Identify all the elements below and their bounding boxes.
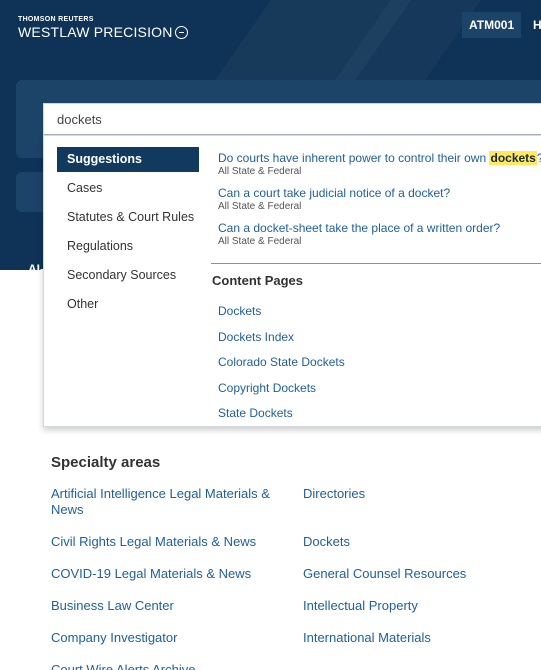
tab-ai[interactable]: AI-	[28, 262, 44, 276]
suggestion-jurisdiction: All State & Federal	[218, 166, 302, 177]
suggestion-item: Can a court take judicial notice of a do…	[218, 186, 541, 213]
search-term-highlight: dockets	[489, 151, 537, 165]
client-id-button[interactable]: ATM001	[462, 12, 522, 38]
content-pages-heading: Content Pages	[212, 273, 304, 288]
specialty-link[interactable]: Civil Rights Legal Materials & News	[51, 534, 291, 550]
specialty-link[interactable]: Directories	[303, 486, 533, 502]
specialty-link[interactable]: Dockets	[303, 534, 533, 550]
category-regulations[interactable]: Regulations	[57, 234, 199, 263]
suggestion-list: Do courts have inherent power to control…	[218, 151, 541, 256]
content-page-link[interactable]: Dockets Index	[218, 326, 345, 352]
specialty-link[interactable]: General Counsel Resources	[303, 566, 533, 582]
search-input[interactable]	[43, 103, 541, 135]
category-other[interactable]: Other	[57, 292, 199, 321]
specialty-link[interactable]: Company Investigator	[51, 630, 291, 646]
header-nav-item[interactable]: H	[533, 12, 541, 38]
specialty-link[interactable]: International Materials	[303, 630, 533, 646]
suggestion-jurisdiction: All State & Federal	[218, 236, 302, 247]
content-page-link[interactable]: Colorado State Dockets	[218, 351, 345, 377]
category-suggestions[interactable]: Suggestions	[57, 147, 199, 172]
suggestion-item: Do courts have inherent power to control…	[218, 151, 541, 178]
suggestion-jurisdiction: All State & Federal	[218, 201, 302, 212]
suggestion-category-list: Suggestions Cases Statutes & Court Rules Re…	[57, 147, 199, 321]
specialty-link[interactable]: COVID-19 Legal Materials & News	[51, 566, 291, 582]
specialty-areas-heading: Specialty areas	[51, 454, 161, 471]
brand-company: THOMSON REUTERS	[18, 16, 94, 23]
minus-circle-icon[interactable]	[175, 26, 188, 39]
category-cases[interactable]: Cases	[57, 176, 199, 205]
content-pages-list: Dockets Dockets Index Colorado State Docke…	[218, 300, 345, 428]
category-statutes-court-rules[interactable]: Statutes & Court Rules	[57, 205, 199, 234]
content-page-link[interactable]: Dockets	[218, 300, 345, 326]
suggestion-link[interactable]: Can a docket-sheet take the place of a w…	[218, 221, 541, 235]
suggestion-item: Can a docket-sheet take the place of a w…	[218, 221, 541, 248]
specialty-link[interactable]: Artificial Intelligence Legal Materials …	[51, 486, 291, 518]
search-suggestions-dropdown: Suggestions Cases Statutes & Court Rules Re…	[43, 135, 541, 427]
specialty-link[interactable]: Business Law Center	[51, 598, 291, 614]
specialty-link[interactable]: Intellectual Property	[303, 598, 533, 614]
suggestion-link[interactable]: Do courts have inherent power to control…	[218, 151, 541, 165]
specialty-link[interactable]: Court Wire Alerts Archive	[51, 662, 291, 670]
content-page-link[interactable]: Copyright Dockets	[218, 377, 345, 403]
suggestion-link[interactable]: Can a court take judicial notice of a do…	[218, 186, 541, 200]
category-secondary-sources[interactable]: Secondary Sources	[57, 263, 199, 292]
content-page-link[interactable]: State Dockets	[218, 402, 345, 428]
divider	[211, 263, 541, 264]
brand-product[interactable]: WESTLAW PRECISION	[18, 24, 173, 40]
